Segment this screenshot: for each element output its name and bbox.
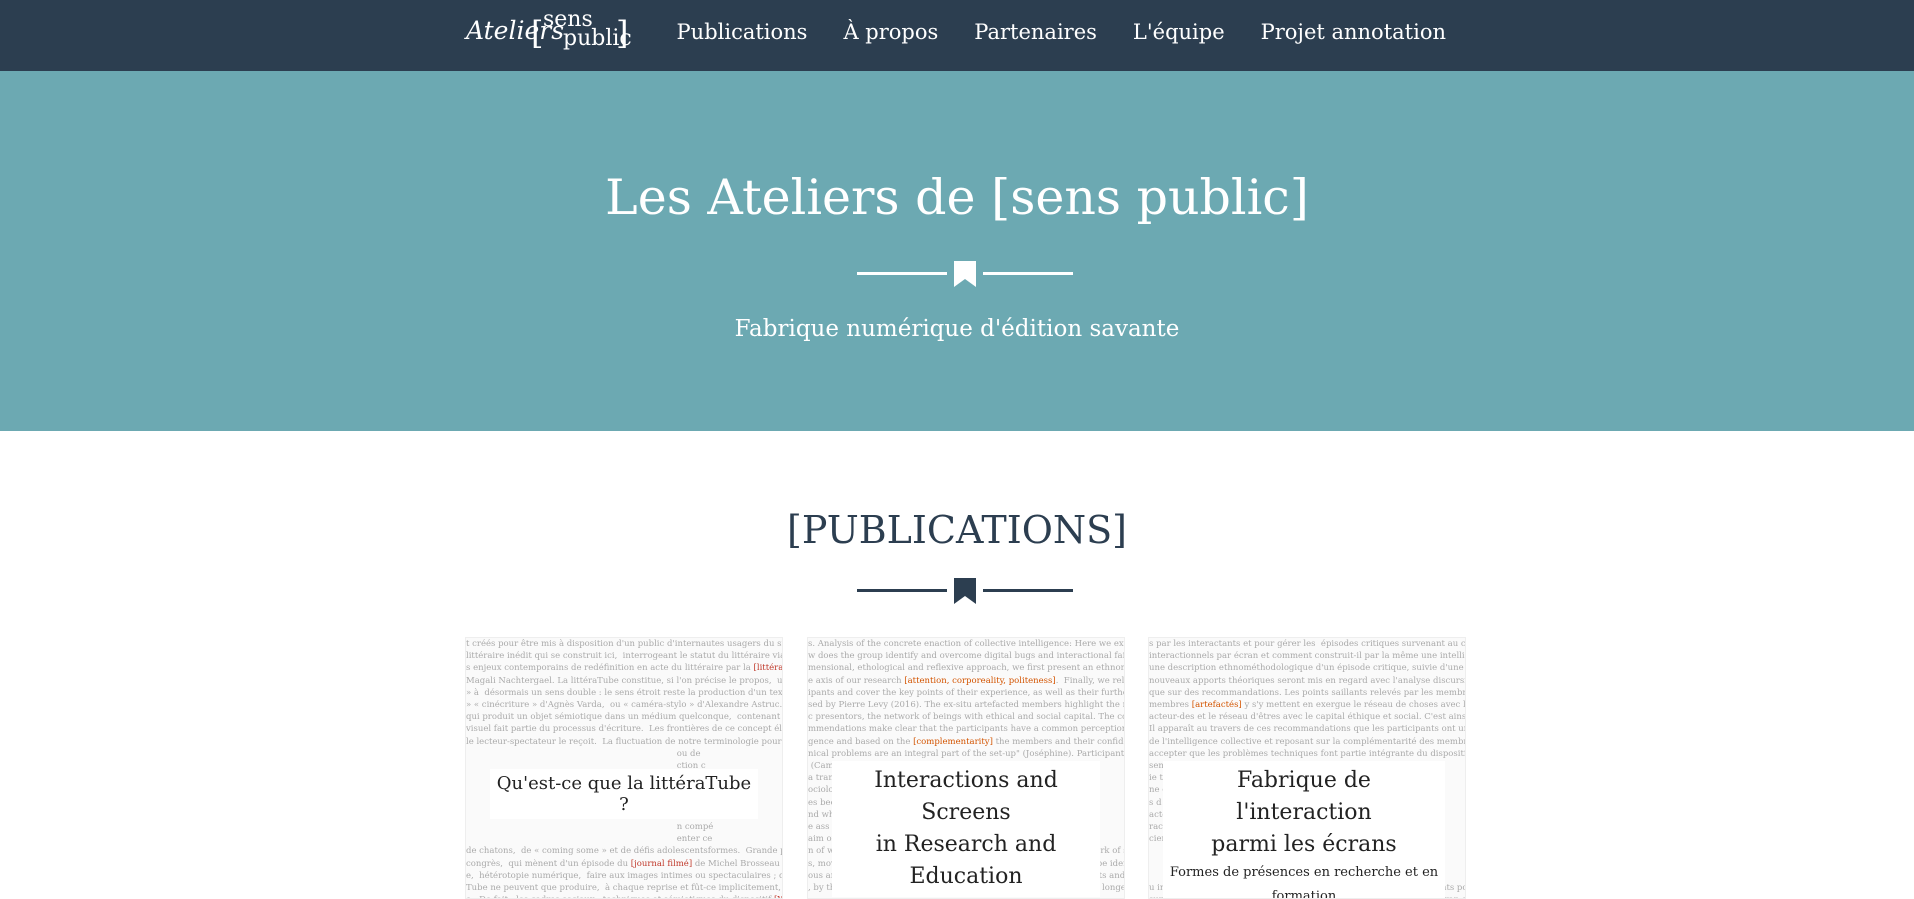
excerpt-line: de chatons, de « coming some » et de déf… [466,846,782,857]
excerpt-line: t créés pour être mis à disposition d'un… [466,639,782,649]
highlighted-term: [artefactés] [1191,700,1242,711]
excerpt-line: que sur des recommandations. Les points … [1149,687,1466,698]
excerpt-line: s. Analysis of the concrete enaction of … [808,639,1124,649]
excerpt-line: ou de [466,748,701,759]
card-title: Qu'est-ce que la littéraTube ? [490,769,758,819]
publication-card-fabrique-interaction[interactable]: s par les interactants et pour gérer les… [1148,637,1466,899]
excerpt-line: gence and based on the [complementarity]… [808,736,1124,747]
divider-line-right [983,589,1073,592]
nav-link-equipe[interactable]: L'équipe [1133,20,1225,44]
excerpt-line: w does the group identify and overcome d… [808,651,1124,662]
publication-card-interactions-screens[interactable]: s. Analysis of the concrete enaction of … [807,637,1125,899]
card-title-line-2: in Research and Education [875,832,1057,889]
highlighted-term: [attention, corporeality, politeness] [904,675,1056,686]
card-title-line-1: Fabrique de l'interaction [1236,768,1372,825]
excerpt-line: littéraire inédit qui se construit ici, … [466,651,782,662]
excerpt-line: e axis of our research [attention, corpo… [808,675,1125,686]
excerpt-line: congrès, qui mènent d'un épisode du [jou… [466,858,780,869]
excerpt-line: nouveaux apports théoriques seront mis e… [1149,675,1465,686]
nav-link-projet-annotation[interactable]: Projet annotation [1261,20,1446,44]
logo-close-bracket: ] [616,14,629,52]
excerpt-line: interactionnels par écran et comment con… [1149,651,1465,662]
excerpt-line: de l'intelligence collective et reposant… [1149,736,1465,747]
hero-title: Les Ateliers de [sens public] [605,169,1309,226]
excerpt-line: mmendations make clear that the particip… [808,724,1125,735]
divider-line-left [857,272,947,275]
logo-open-bracket: [ [531,14,544,52]
excerpt-line: Il apparaît au travers de ces recommanda… [1149,724,1465,735]
card-title-line-1: Interactions and Screens [874,768,1058,825]
card-title-line-2: parmi les écrans [1211,832,1397,857]
excerpt-line: » à désormais un sens double : le sens é… [466,687,783,698]
nav-link-publications[interactable]: Publications [677,20,808,44]
excerpt-line: une description ethnométhodologique d'un… [1149,663,1464,674]
card-subtitle: Formes de présences en recherche et en f… [1169,865,1439,899]
excerpt-line: e, hétérotopie numérique, faire aux imag… [466,870,782,881]
main-nav: Publications À propos Partenaires L'équi… [677,20,1446,44]
highlighted-term: [journal filmé] [630,858,693,869]
excerpt-line: Tube ne peuvent que produire, à chaque r… [466,883,781,894]
card-title: Interactions and Screens in Research and… [832,761,1100,897]
excerpt-line: s enjeux contemporains de redéfinition e… [466,662,782,674]
excerpt-line: acteur-des et le réseau d'êtres avec le … [1149,712,1466,723]
excerpt-line: » « cinécriture » d'Agnès Varda, ou « ca… [466,700,783,711]
hero-divider [857,261,1073,287]
excerpt-line: c presentors, the network of beings with… [808,712,1124,723]
highlighted-term: [littérature] [753,663,783,674]
highlighted-term: [YouTube] [774,895,782,898]
excerpt-line: le lecteur-spectateur le reçoit. La fluc… [466,736,782,747]
bookmark-icon [954,578,976,604]
top-navbar: Ateliers [ sens public ] Publications À … [0,0,1914,71]
excerpt-line: enter ce [466,834,713,845]
excerpt-line: ipants and cover the key points of their… [808,687,1124,698]
publications-divider [857,578,1073,604]
excerpt-line: e. De fait, les cadres sociaux, techniqu… [466,894,782,898]
excerpt-line: membres [artefactés] y s'y mettent en ex… [1149,700,1466,711]
hero-banner: Les Ateliers de [sens public] Fabrique n… [0,71,1914,431]
card-title: Fabrique de l'interaction parmi les écra… [1163,761,1445,899]
bookmark-icon [954,261,976,287]
excerpt-line: mensional, ethological and reflexive app… [808,663,1124,674]
excerpt-line: n compé [466,822,714,833]
excerpt-line: visuel fait partie du processus d'écritu… [466,724,783,735]
highlighted-term: [complementarity] [913,736,993,747]
divider-line-left [857,589,947,592]
excerpt-line: Magali Nachtergael. La littéraTube const… [466,675,783,686]
nav-link-a-propos[interactable]: À propos [843,20,938,44]
excerpt-line: nical problems are an integral part of t… [808,748,1125,759]
nav-link-partenaires[interactable]: Partenaires [974,20,1097,44]
divider-line-right [983,272,1073,275]
hero-subtitle: Fabrique numérique d'édition savante [734,316,1180,342]
excerpt-line: s par les interactants et pour gérer les… [1149,639,1466,649]
excerpt-line: qui produit un objet sémiotique dans un … [466,712,781,723]
excerpt-line: sed by Pierre Levy (2016). The ex-situ a… [808,700,1124,711]
publication-card-litteratube[interactable]: t créés pour être mis à disposition d'un… [465,637,783,899]
excerpt-line: accepter que les problèmes techniques fo… [1149,748,1466,759]
publications-heading: [PUBLICATIONS] [787,508,1127,552]
